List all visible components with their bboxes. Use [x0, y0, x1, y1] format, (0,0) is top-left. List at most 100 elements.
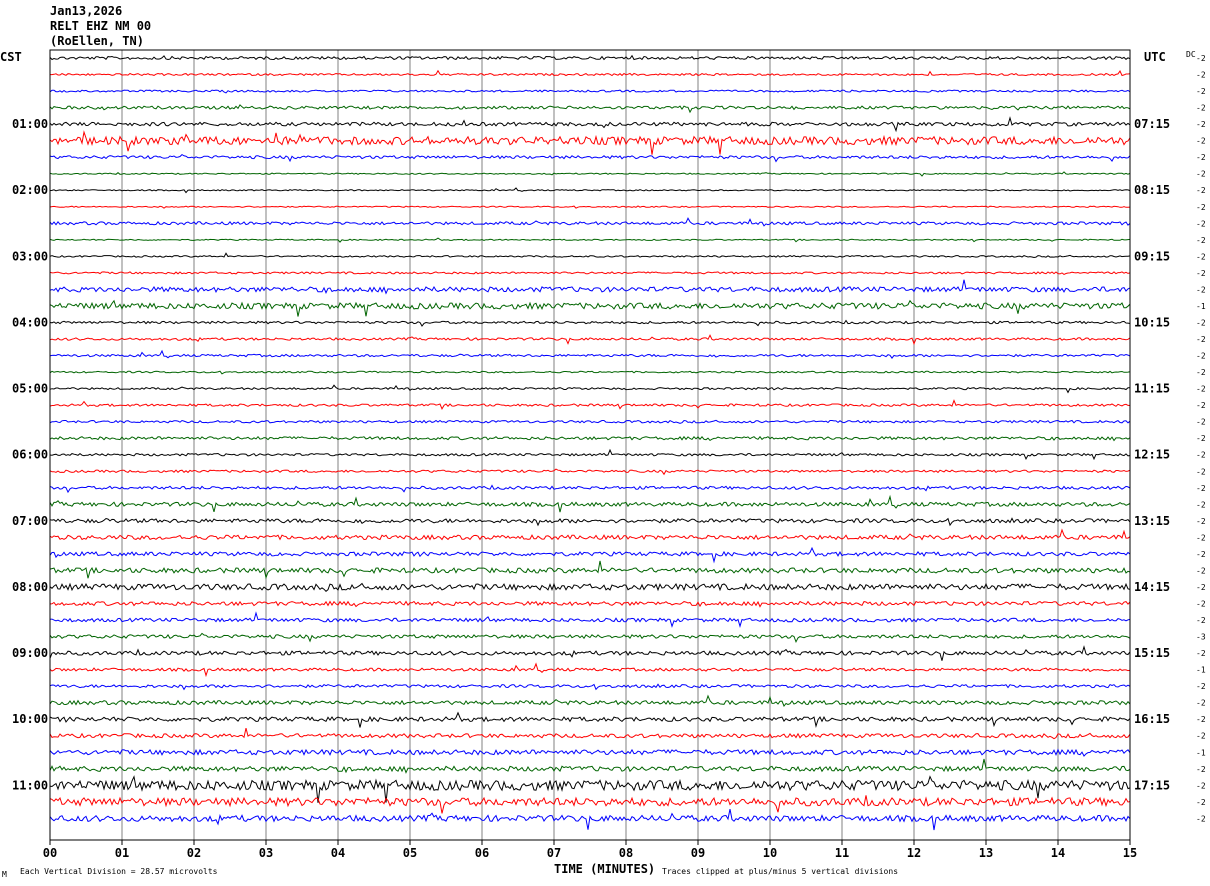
- seismic-trace: [49, 279, 1131, 295]
- right-time-label: 10:15: [1134, 315, 1170, 329]
- dc-offset-label: -2: [1196, 616, 1206, 625]
- dc-offset-label: -2: [1196, 732, 1206, 741]
- seismic-trace: [49, 546, 1131, 564]
- seismogram-chart: Jan13,2026 RELT EHZ NM 00 (RoEllen, TN) …: [0, 4, 1206, 879]
- seismic-trace: [49, 611, 1131, 628]
- seismic-trace: [49, 116, 1131, 133]
- seismic-trace: [49, 104, 1131, 114]
- left-time-label: 03:00: [12, 249, 48, 263]
- right-time-label: 12:15: [1134, 448, 1170, 462]
- x-tick-label: 00: [43, 846, 57, 860]
- seismic-trace: [49, 711, 1131, 729]
- seismic-trace: [49, 694, 1131, 707]
- seismic-trace: [49, 448, 1131, 461]
- dc-offset-label: -2: [1196, 583, 1206, 592]
- seismic-trace: [49, 809, 1131, 831]
- dc-offset-label: -2: [1196, 352, 1206, 361]
- dc-offset-label: -2: [1196, 699, 1206, 708]
- dc-offset-label: -2: [1196, 71, 1206, 80]
- right-zone-label: UTC: [1144, 50, 1166, 64]
- x-tick-label: 03: [259, 846, 273, 860]
- x-tick-label: 06: [475, 846, 489, 860]
- x-tick-label: 05: [403, 846, 417, 860]
- seismic-trace: [49, 187, 1131, 194]
- seismic-trace: [49, 727, 1131, 740]
- dc-offset-label: -2: [1196, 153, 1206, 162]
- seismic-trace: [49, 171, 1131, 177]
- right-time-label: 11:15: [1134, 382, 1170, 396]
- seismic-trace: [49, 582, 1131, 592]
- seismic-trace: [49, 89, 1131, 94]
- dc-offset-label: -2: [1196, 401, 1206, 410]
- right-time-label: 13:15: [1134, 514, 1170, 528]
- seismic-trace: [49, 217, 1131, 227]
- seismic-trace: [49, 645, 1131, 661]
- left-time-label: 11:00: [12, 778, 48, 792]
- dc-offset-labels: -2 -2 -2 -2 -2 -2 -2 -2 -2 -2 -2 -2 -2 -2 -2 -1 -2 -2 -2 -2…: [1196, 54, 1206, 823]
- seismic-trace: [49, 54, 1131, 61]
- left-time-label: 10:00: [12, 712, 48, 726]
- dc-offset-label: -2: [1196, 219, 1206, 228]
- right-time-label: 07:15: [1134, 117, 1170, 131]
- left-time-label: 09:00: [12, 646, 48, 660]
- dc-offset-label: -2: [1196, 269, 1206, 278]
- right-time-label: 09:15: [1134, 249, 1170, 263]
- dc-offset-label: -1: [1196, 748, 1206, 757]
- seismic-trace: [49, 237, 1131, 243]
- dc-offset-label: -2: [1196, 765, 1206, 774]
- left-time-label: 02:00: [12, 183, 48, 197]
- dc-offset-label: -2: [1196, 434, 1206, 443]
- header-location: (RoEllen, TN): [50, 34, 144, 48]
- x-tick-label: 08: [619, 846, 633, 860]
- dc-offset-label: -2: [1196, 467, 1206, 476]
- seismic-trace: [49, 494, 1131, 513]
- dc-offset-label: -2: [1196, 236, 1206, 245]
- left-time-labels: 01:00 02:00 03:00 04:00 05:00 06:00 07:00 08:00…: [12, 117, 48, 792]
- seismic-trace: [49, 153, 1131, 163]
- seismic-trace: [49, 271, 1131, 275]
- dc-offset-label: -2: [1196, 203, 1206, 212]
- seismic-trace: [49, 334, 1131, 346]
- seismic-trace: [50, 69, 1131, 77]
- right-time-label: 17:15: [1134, 778, 1170, 792]
- right-time-labels: 07:15 08:15 09:15 10:15 11:15 12:15 13:15 14:15…: [1134, 117, 1170, 792]
- dc-offset-label: -2: [1196, 285, 1206, 294]
- dc-offset-label: -1: [1196, 302, 1206, 311]
- clip-note: Traces clipped at plus/minus 5 vertical …: [662, 867, 898, 876]
- dc-offset-label: -2: [1196, 649, 1206, 658]
- chart-grid: [121, 50, 1059, 840]
- dc-offset-label: -2: [1196, 451, 1206, 460]
- corner-mark: M: [2, 870, 7, 879]
- x-tick-label: 11: [835, 846, 849, 860]
- dc-offset-label: -2: [1196, 500, 1206, 509]
- left-time-label: 05:00: [12, 382, 48, 396]
- seismic-trace: [49, 683, 1131, 691]
- seismic-trace: [49, 795, 1131, 814]
- x-tick-label: 02: [187, 846, 201, 860]
- dc-offset-label: -2: [1196, 814, 1206, 823]
- dc-offset-label: -2: [1196, 186, 1206, 195]
- x-tick-label: 12: [907, 846, 921, 860]
- dc-offset-label: -2: [1196, 335, 1206, 344]
- seismic-trace: [49, 775, 1131, 803]
- left-time-label: 01:00: [12, 117, 48, 131]
- seismic-trace: [49, 662, 1131, 678]
- dc-offset-label: -2: [1196, 682, 1206, 691]
- seismic-trace: [49, 758, 1131, 774]
- seismic-trace: [49, 517, 1131, 527]
- dc-offset-label: -2: [1196, 798, 1206, 807]
- seismic-trace: [49, 468, 1131, 476]
- x-tick-label: 01: [115, 846, 129, 860]
- x-tick-label: 10: [763, 846, 777, 860]
- right-time-label: 16:15: [1134, 712, 1170, 726]
- seismic-trace: [49, 319, 1131, 327]
- seismic-trace: [49, 435, 1131, 442]
- dc-offset-label: -2: [1196, 715, 1206, 724]
- seismic-trace: [49, 560, 1131, 580]
- dc-offset-label: -3: [1196, 633, 1206, 642]
- dc-offset-label: -2: [1196, 137, 1206, 146]
- scale-note: Each Vertical Division = 28.57 microvolt…: [20, 867, 218, 876]
- x-tick-label: 09: [691, 846, 705, 860]
- left-time-label: 07:00: [12, 514, 48, 528]
- dc-offset-label: -2: [1196, 87, 1206, 96]
